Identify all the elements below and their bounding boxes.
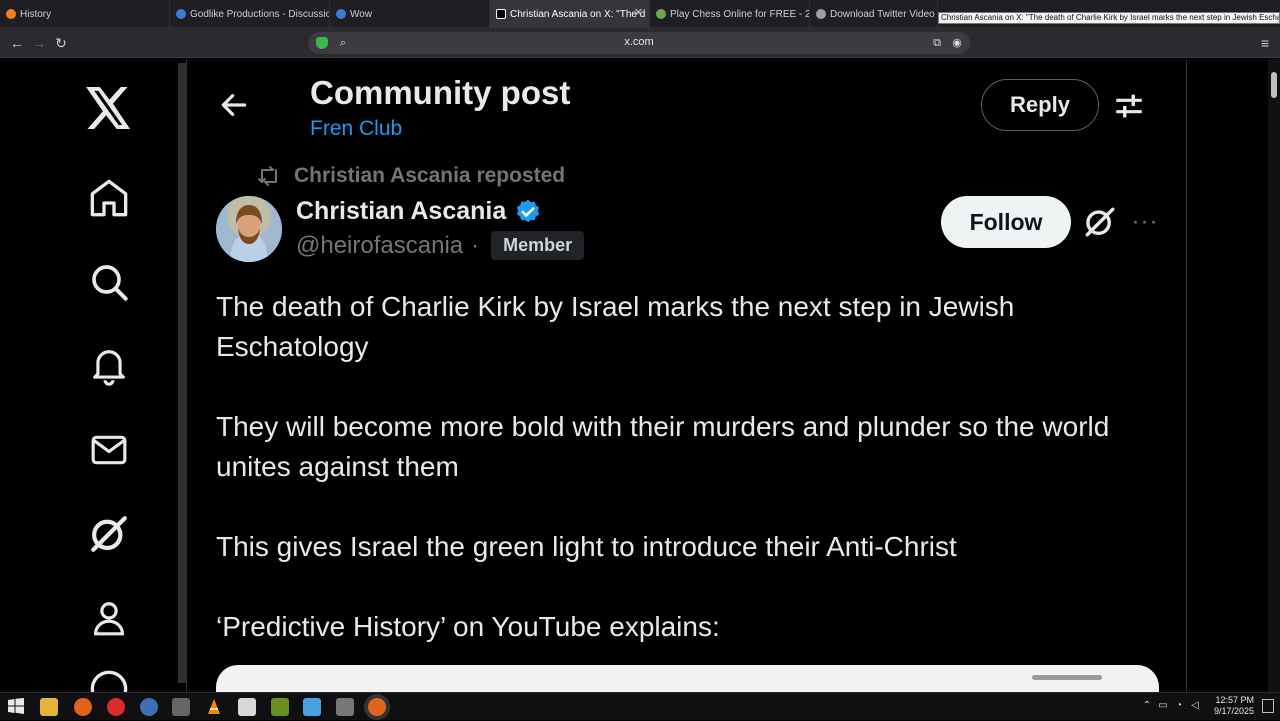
- grok-icon[interactable]: [84, 509, 134, 559]
- tab-label: History: [20, 8, 52, 20]
- tab-label: Godlike Productions - Discussion F: [190, 8, 329, 20]
- close-tab-icon[interactable]: ✕: [634, 6, 643, 19]
- site-icon: [176, 9, 186, 19]
- tray-chevron-icon[interactable]: ⌃: [1141, 700, 1153, 712]
- more-options-icon[interactable]: ···: [1130, 209, 1160, 235]
- app-icon[interactable]: [140, 698, 158, 716]
- app-icon[interactable]: [303, 698, 321, 716]
- scrollbar-thumb[interactable]: [1271, 72, 1277, 98]
- post-media-preview[interactable]: [216, 665, 1159, 692]
- vlc-icon[interactable]: [205, 698, 223, 716]
- community-name-link[interactable]: Fren Club: [310, 117, 402, 141]
- settings-sliders-icon[interactable]: [1112, 89, 1146, 123]
- clapperboard-icon[interactable]: [238, 698, 256, 716]
- site-icon: [336, 9, 346, 19]
- clock-date: 9/17/2025: [1213, 706, 1254, 716]
- home-icon[interactable]: [84, 173, 134, 223]
- repost-indicator: Christian Ascania reposted: [256, 163, 565, 189]
- post-paragraph: They will become more bold with their mu…: [216, 411, 1110, 482]
- profile-icon[interactable]: [84, 593, 134, 643]
- browser-tab-twitter-video[interactable]: Download Twitter Video: [810, 0, 938, 28]
- post-body: The death of Charlie Kirk by Israel mark…: [216, 287, 1166, 687]
- tab-tooltip: Christian Ascania on X: "The death of Ch…: [938, 12, 1280, 24]
- system-clock[interactable]: 12:57 PM 9/17/2025: [1214, 695, 1254, 717]
- browser-menu-icon[interactable]: ≡: [1256, 34, 1274, 52]
- windows-taskbar: ⌃ ▭ ◔ ◁ 12:57 PM 9/17/2025: [0, 692, 1280, 720]
- tab-label: Wow: [350, 8, 373, 20]
- notifications-icon[interactable]: [84, 341, 134, 391]
- search-icon[interactable]: [84, 257, 134, 307]
- browser-tab-chess[interactable]: Play Chess Online for FREE - 2 Play: [650, 0, 810, 28]
- opera-icon[interactable]: [74, 698, 92, 716]
- grok-icon[interactable]: [1083, 205, 1117, 239]
- repost-text: Christian Ascania reposted: [294, 164, 566, 187]
- chess-icon: [656, 9, 666, 19]
- app-icon[interactable]: [271, 698, 289, 716]
- browser-tab-x[interactable]: Christian Ascania on X: "The d ✕: [490, 0, 650, 28]
- url-field[interactable]: ⌕ x.com ⧉ ◉: [308, 32, 970, 54]
- column-divider: [186, 59, 187, 692]
- post-paragraph: This gives Israel the green light to int…: [216, 531, 957, 562]
- column-divider: [1186, 59, 1187, 692]
- browser-tab-wow[interactable]: Wow: [330, 0, 490, 28]
- snapshot-icon[interactable]: ⧉: [930, 36, 944, 50]
- repost-icon: [258, 166, 277, 186]
- member-badge: Member: [491, 231, 585, 260]
- opera-icon: [6, 9, 16, 19]
- browser-tab-history[interactable]: History: [0, 0, 170, 28]
- url-text: x.com: [624, 36, 654, 48]
- tab-label: Download Twitter Video: [830, 8, 935, 20]
- aria-icon[interactable]: ◉: [950, 36, 964, 50]
- author-handle-row: @heirofascania · Member: [296, 231, 585, 260]
- opera-red-icon[interactable]: [107, 698, 125, 716]
- clock-time: 12:57 PM: [1215, 695, 1254, 705]
- volume-icon[interactable]: ◁: [1189, 700, 1201, 712]
- post-paragraph: ‘Predictive History’ on YouTube explains…: [216, 611, 720, 642]
- verified-badge-icon[interactable]: [514, 198, 542, 226]
- media-detail: [1032, 675, 1102, 680]
- reply-button[interactable]: Reply: [981, 79, 1099, 131]
- app-icon[interactable]: [336, 698, 354, 716]
- main-column: Community post Fren Club Reply Christian…: [190, 59, 1186, 692]
- app-icon[interactable]: [172, 698, 190, 716]
- author-handle[interactable]: @heirofascania: [296, 232, 463, 260]
- messages-icon[interactable]: [84, 425, 134, 475]
- tab-label: Play Chess Online for FREE - 2 Play: [670, 8, 809, 20]
- browser-tab-godlike[interactable]: Godlike Productions - Discussion F: [170, 0, 330, 28]
- right-sidebar: [1188, 59, 1280, 692]
- author-name[interactable]: Christian Ascania: [296, 197, 506, 226]
- page-scrollbar[interactable]: [1268, 59, 1280, 692]
- left-navigation: [0, 59, 186, 699]
- address-bar-row: ← → ↻ ⌕ x.com ⧉ ◉ ≡: [0, 28, 1280, 58]
- battery-icon[interactable]: ▭: [1157, 700, 1169, 712]
- opera-active-icon[interactable]: [368, 698, 386, 716]
- forward-icon[interactable]: →: [30, 34, 48, 52]
- left-scrollbar[interactable]: [178, 63, 186, 683]
- author-name-row: Christian Ascania: [296, 197, 542, 226]
- x-favicon: [496, 9, 506, 19]
- globe-icon: [816, 9, 826, 19]
- follow-button[interactable]: Follow: [941, 196, 1071, 248]
- back-icon[interactable]: ←: [8, 34, 26, 52]
- reload-icon[interactable]: ↻: [52, 34, 70, 52]
- back-arrow-icon[interactable]: [218, 89, 250, 121]
- network-icon[interactable]: ◔: [1173, 700, 1185, 712]
- tab-label: Christian Ascania on X: "The d: [510, 8, 646, 20]
- avatar[interactable]: [216, 196, 282, 262]
- page-title: Community post: [310, 74, 571, 111]
- separator-dot: ·: [471, 231, 480, 259]
- post-paragraph: The death of Charlie Kirk by Israel mark…: [216, 291, 1015, 362]
- file-explorer-icon[interactable]: [40, 698, 58, 716]
- notification-center-icon[interactable]: [1262, 699, 1274, 713]
- windows-start-icon[interactable]: [8, 698, 26, 716]
- x-logo-icon[interactable]: [84, 83, 134, 133]
